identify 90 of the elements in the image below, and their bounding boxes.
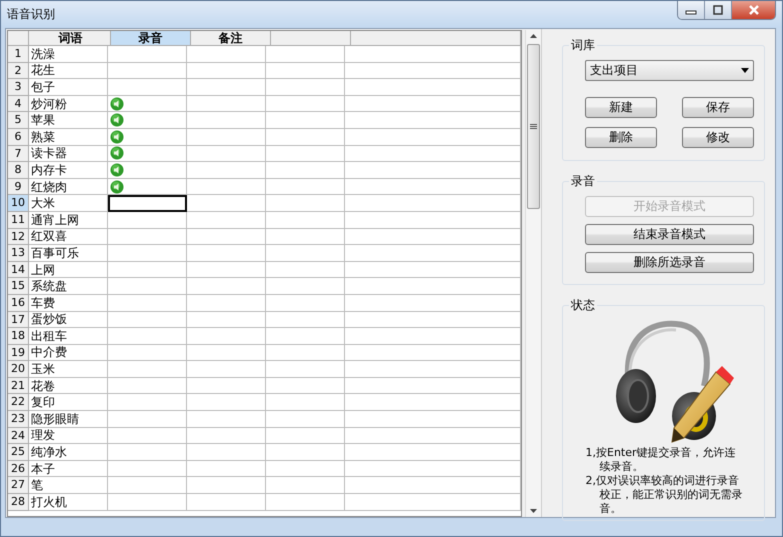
table-cell: 洗澡: [29, 46, 108, 63]
table-cell: 读卡器: [29, 146, 108, 162]
row-number: 9: [8, 178, 29, 196]
table-cell: 红烧肉: [29, 178, 108, 196]
lexicon-button[interactable]: 新建: [585, 97, 657, 118]
instruction-text: 1,按Enter键提交录音，允许连续录音。: [586, 446, 737, 474]
table-cell: 苹果: [29, 112, 108, 129]
table-cell: 复印: [29, 394, 108, 412]
scrollbar[interactable]: [525, 30, 541, 517]
group-title: 词库: [570, 37, 596, 54]
row-number: 10: [8, 195, 29, 212]
speaker-icon[interactable]: [110, 96, 124, 111]
row-number: 3: [8, 79, 29, 96]
row-number: 28: [8, 494, 29, 511]
lexicon-button[interactable]: 修改: [682, 127, 754, 148]
speaker-icon[interactable]: [110, 113, 124, 128]
table-cell: 蛋炒饭: [29, 312, 108, 328]
recording-button[interactable]: 结束录音模式: [585, 224, 754, 245]
speaker-icon[interactable]: [110, 180, 124, 194]
grip-icon: [530, 124, 538, 130]
table-cell: 大米: [29, 195, 108, 212]
lexicon-button[interactable]: 保存: [682, 97, 754, 118]
scroll-down-icon[interactable]: [530, 509, 538, 513]
dropdown-arrow-icon: [741, 68, 749, 73]
table-cell: 花卷: [29, 378, 108, 394]
row-number: 12: [8, 228, 29, 246]
scroll-thumb[interactable]: [527, 44, 540, 209]
row-number: 14: [8, 262, 29, 278]
speaker-icon[interactable]: [110, 162, 124, 177]
row-number: 15: [8, 278, 29, 295]
table-cell: 熟菜: [29, 128, 108, 146]
row-number: 19: [8, 344, 29, 362]
group-title: 录音: [570, 173, 596, 190]
table-cell: 笔: [29, 477, 108, 494]
table-cell: 理发: [29, 428, 108, 444]
row-number: 27: [8, 477, 29, 494]
column-header[interactable]: 备注: [191, 31, 271, 46]
row-number: 1: [8, 46, 29, 63]
column-header[interactable]: [271, 31, 351, 46]
minimize-button[interactable]: [678, 1, 705, 19]
table-cell: 包子: [29, 79, 108, 96]
close-icon: [746, 5, 760, 15]
row-number: 8: [8, 162, 29, 179]
table-cell: 花生: [29, 62, 108, 80]
row-number: 6: [8, 128, 29, 146]
maximize-icon: [711, 5, 725, 15]
row-number: 4: [8, 96, 29, 112]
table-cell: 本子: [29, 460, 108, 478]
table-cell: 炒河粉: [29, 96, 108, 112]
row-number: 18: [8, 328, 29, 345]
table-cell: 上网: [29, 262, 108, 278]
row-number: 20: [8, 361, 29, 378]
row-number: 2: [8, 62, 29, 80]
window-title: 语音识别: [7, 6, 55, 23]
row-number: 21: [8, 378, 29, 394]
close-button[interactable]: [732, 1, 775, 19]
recording-button[interactable]: 删除所选录音: [585, 252, 754, 273]
speaker-icon[interactable]: [110, 130, 124, 144]
maximize-button[interactable]: [705, 1, 732, 19]
table-cell: 百事可乐: [29, 245, 108, 262]
lexicon-dropdown[interactable]: 支出项目: [585, 60, 754, 81]
row-number: 23: [8, 411, 29, 428]
table-cell: 打火机: [29, 494, 108, 511]
table-cell: 中介费: [29, 344, 108, 362]
table-cell: 红双喜: [29, 228, 108, 246]
table-cell: 隐形眼睛: [29, 411, 108, 428]
row-number: 17: [8, 312, 29, 328]
column-header[interactable]: [351, 31, 522, 46]
row-number: 7: [8, 146, 29, 162]
row-number: 16: [8, 294, 29, 312]
table-cell: 纯净水: [29, 444, 108, 461]
table-cell: 系统盘: [29, 278, 108, 295]
row-number: 25: [8, 444, 29, 461]
lexicon-button[interactable]: 删除: [585, 127, 657, 148]
scroll-up-icon[interactable]: [530, 34, 538, 38]
group-title: 状态: [570, 297, 596, 314]
column-header[interactable]: 录音: [111, 31, 191, 46]
row-number: 24: [8, 428, 29, 444]
table-cell: 车费: [29, 294, 108, 312]
instruction-text: 2,仅对误识率较高的词进行录音校正，能正常识别的词无需录音。: [586, 474, 744, 516]
row-number: 26: [8, 460, 29, 478]
speaker-icon[interactable]: [110, 146, 124, 160]
row-number: 5: [8, 112, 29, 129]
table-cell: 出租车: [29, 328, 108, 345]
row-number: 11: [8, 212, 29, 229]
row-number: 13: [8, 245, 29, 262]
table-cell: 内存卡: [29, 162, 108, 179]
row-number: 22: [8, 394, 29, 412]
table-cell: 玉米: [29, 361, 108, 378]
table-cell: 通宵上网: [29, 212, 108, 229]
